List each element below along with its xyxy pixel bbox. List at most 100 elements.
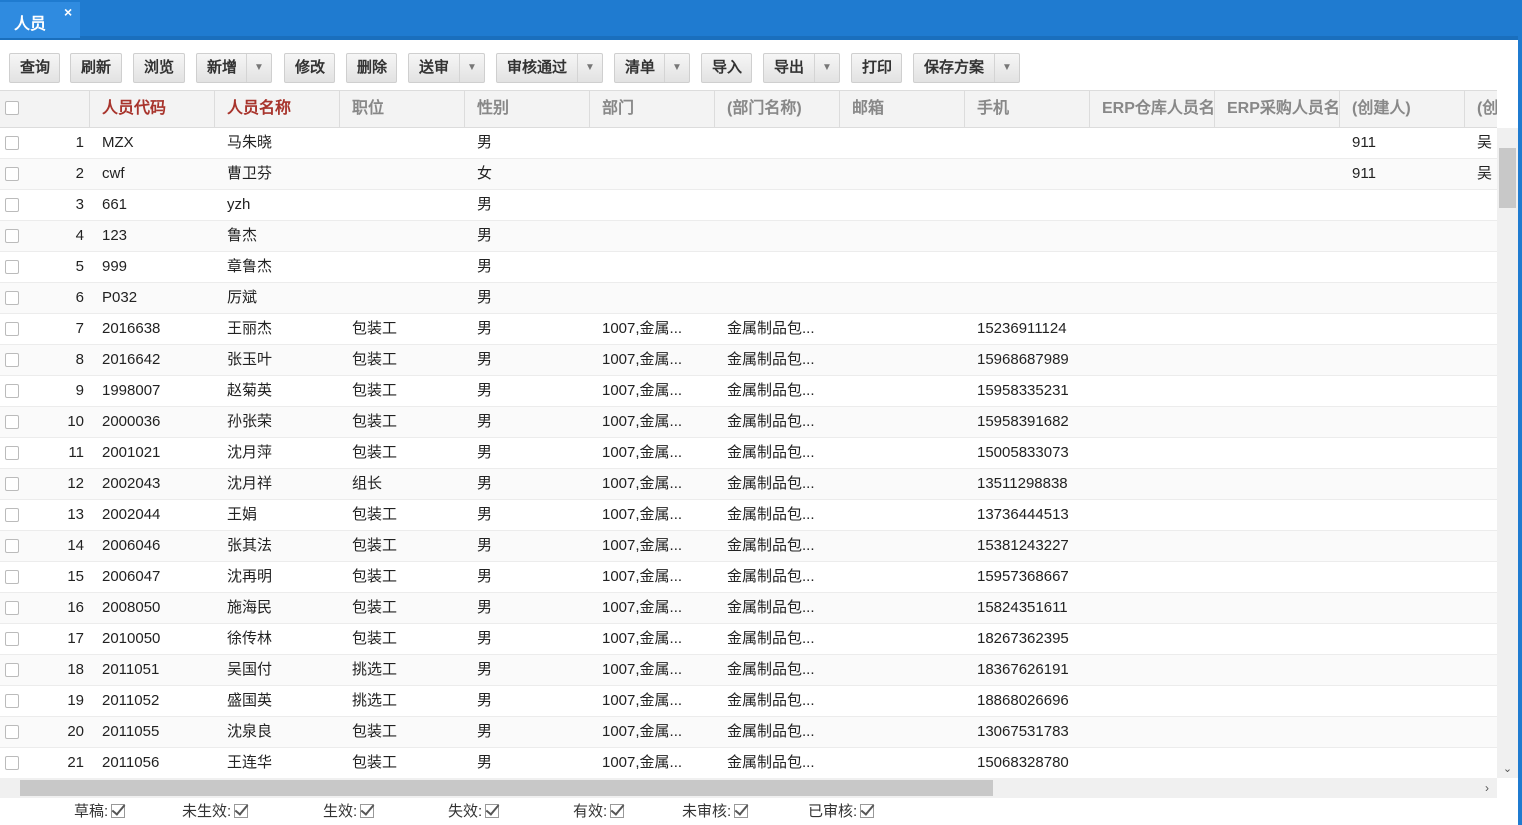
cell-email[interactable] (840, 562, 965, 592)
cell-dept_name[interactable] (715, 128, 840, 158)
cell-dept[interactable]: 1007,金属... (590, 469, 715, 499)
row-checkbox[interactable] (5, 570, 19, 584)
cell-dept[interactable] (590, 221, 715, 251)
cell-erp_wh[interactable] (1090, 190, 1215, 220)
cell-code[interactable]: 2006047 (90, 562, 215, 592)
cell-gender[interactable]: 男 (465, 221, 590, 251)
cell-erp_pur[interactable] (1215, 717, 1340, 747)
cell-dept_name[interactable]: 金属制品包... (715, 717, 840, 747)
cell-creator[interactable] (1340, 748, 1465, 778)
cell-code[interactable]: cwf (90, 159, 215, 189)
cell-erp_wh[interactable] (1090, 314, 1215, 344)
cell-position[interactable]: 包装工 (340, 531, 465, 561)
cell-erp_pur[interactable] (1215, 283, 1340, 313)
cell-gender[interactable]: 男 (465, 407, 590, 437)
cell-erp_wh[interactable] (1090, 407, 1215, 437)
export-button[interactable]: 导出 ▼ (763, 53, 840, 83)
filter-valid-checkbox[interactable] (610, 804, 625, 818)
cell-code[interactable]: 2006046 (90, 531, 215, 561)
cell-erp_wh[interactable] (1090, 624, 1215, 654)
table-row[interactable]: 8 2016642 张玉叶 包装工男 1007,金属... 金属制品包... 1596868… (0, 345, 1497, 376)
submit-button[interactable]: 送审 ▼ (408, 53, 485, 83)
cell-erp_pur[interactable] (1215, 345, 1340, 375)
cell-name[interactable]: 王娟 (215, 500, 340, 530)
cell-position[interactable]: 包装工 (340, 500, 465, 530)
row-checkbox[interactable] (5, 632, 19, 646)
cell-dept_name[interactable]: 金属制品包... (715, 686, 840, 716)
cell-position[interactable]: 包装工 (340, 314, 465, 344)
cell-mobile[interactable]: 15957368667 (965, 562, 1090, 592)
row-checkbox[interactable] (5, 756, 19, 770)
cell-name[interactable]: 张玉叶 (215, 345, 340, 375)
column-header-mobile[interactable]: 手机 (965, 91, 1090, 127)
cell-code[interactable]: 2008050 (90, 593, 215, 623)
cell-erp_wh[interactable] (1090, 531, 1215, 561)
cell-erp_pur[interactable] (1215, 252, 1340, 282)
cell-dept_name[interactable]: 金属制品包... (715, 500, 840, 530)
filter-unreviewed-checkbox[interactable] (734, 804, 749, 818)
cell-name[interactable]: 鲁杰 (215, 221, 340, 251)
cell-creator[interactable] (1340, 686, 1465, 716)
cell-name[interactable]: 马朱晓 (215, 128, 340, 158)
cell-erp_wh[interactable] (1090, 345, 1215, 375)
cell-creator[interactable]: 911 (1340, 159, 1465, 189)
cell-gender[interactable]: 男 (465, 562, 590, 592)
cell-creator[interactable] (1340, 500, 1465, 530)
cell-position[interactable]: 包装工 (340, 376, 465, 406)
browse-button[interactable]: 浏览 (133, 53, 185, 83)
cell-position[interactable]: 包装工 (340, 407, 465, 437)
cell-name[interactable]: 厉斌 (215, 283, 340, 313)
cell-name[interactable]: 赵菊英 (215, 376, 340, 406)
table-row[interactable]: 6 P032 厉斌 男 (0, 283, 1497, 314)
cell-erp_wh[interactable] (1090, 252, 1215, 282)
cell-erp_wh[interactable] (1090, 593, 1215, 623)
cell-erp_pur[interactable] (1215, 748, 1340, 778)
cell-creator[interactable] (1340, 314, 1465, 344)
save-plan-button[interactable]: 保存方案 ▼ (913, 53, 1020, 83)
table-row[interactable]: 12 2002043 沈月祥 组长男 1007,金属... 金属制品包... 1351129… (0, 469, 1497, 500)
cell-email[interactable] (840, 221, 965, 251)
cell-mobile[interactable] (965, 159, 1090, 189)
cell-dept[interactable]: 1007,金属... (590, 655, 715, 685)
cell-creator[interactable] (1340, 221, 1465, 251)
cell-mobile[interactable]: 18367626191 (965, 655, 1090, 685)
column-header-email[interactable]: 邮箱 (840, 91, 965, 127)
cell-dept[interactable] (590, 190, 715, 220)
horizontal-scroll-thumb[interactable] (20, 780, 993, 796)
cell-name[interactable]: 沈再明 (215, 562, 340, 592)
cell-mobile[interactable]: 15958391682 (965, 407, 1090, 437)
cell-creator2[interactable] (1465, 624, 1497, 654)
cell-creator2[interactable] (1465, 686, 1497, 716)
cell-gender[interactable]: 男 (465, 283, 590, 313)
cell-position[interactable]: 包装工 (340, 624, 465, 654)
cell-name[interactable]: 吴国付 (215, 655, 340, 685)
column-header-position[interactable]: 职位 (340, 91, 465, 127)
cell-erp_pur[interactable] (1215, 593, 1340, 623)
table-row[interactable]: 3 661 yzh 男 (0, 190, 1497, 221)
cell-mobile[interactable]: 15005833073 (965, 438, 1090, 468)
cell-code[interactable]: 2011051 (90, 655, 215, 685)
cell-name[interactable]: 沈月祥 (215, 469, 340, 499)
cell-creator2[interactable] (1465, 717, 1497, 747)
cell-dept_name[interactable] (715, 252, 840, 282)
cell-gender[interactable]: 男 (465, 128, 590, 158)
row-checkbox[interactable] (5, 601, 19, 615)
cell-erp_pur[interactable] (1215, 159, 1340, 189)
cell-code[interactable]: P032 (90, 283, 215, 313)
cell-creator2[interactable] (1465, 407, 1497, 437)
cell-creator[interactable] (1340, 655, 1465, 685)
cell-dept[interactable]: 1007,金属... (590, 314, 715, 344)
select-all-checkbox[interactable] (5, 101, 19, 115)
cell-creator2[interactable] (1465, 438, 1497, 468)
cell-dept[interactable]: 1007,金属... (590, 345, 715, 375)
cell-email[interactable] (840, 686, 965, 716)
cell-name[interactable]: 张其法 (215, 531, 340, 561)
cell-dept[interactable]: 1007,金属... (590, 500, 715, 530)
cell-gender[interactable]: 男 (465, 190, 590, 220)
column-header-code[interactable]: 人员代码 (90, 91, 215, 127)
cell-dept_name[interactable]: 金属制品包... (715, 593, 840, 623)
cell-email[interactable] (840, 314, 965, 344)
cell-erp_wh[interactable] (1090, 221, 1215, 251)
cell-name[interactable]: 施海民 (215, 593, 340, 623)
column-header-name[interactable]: 人员名称 (215, 91, 340, 127)
